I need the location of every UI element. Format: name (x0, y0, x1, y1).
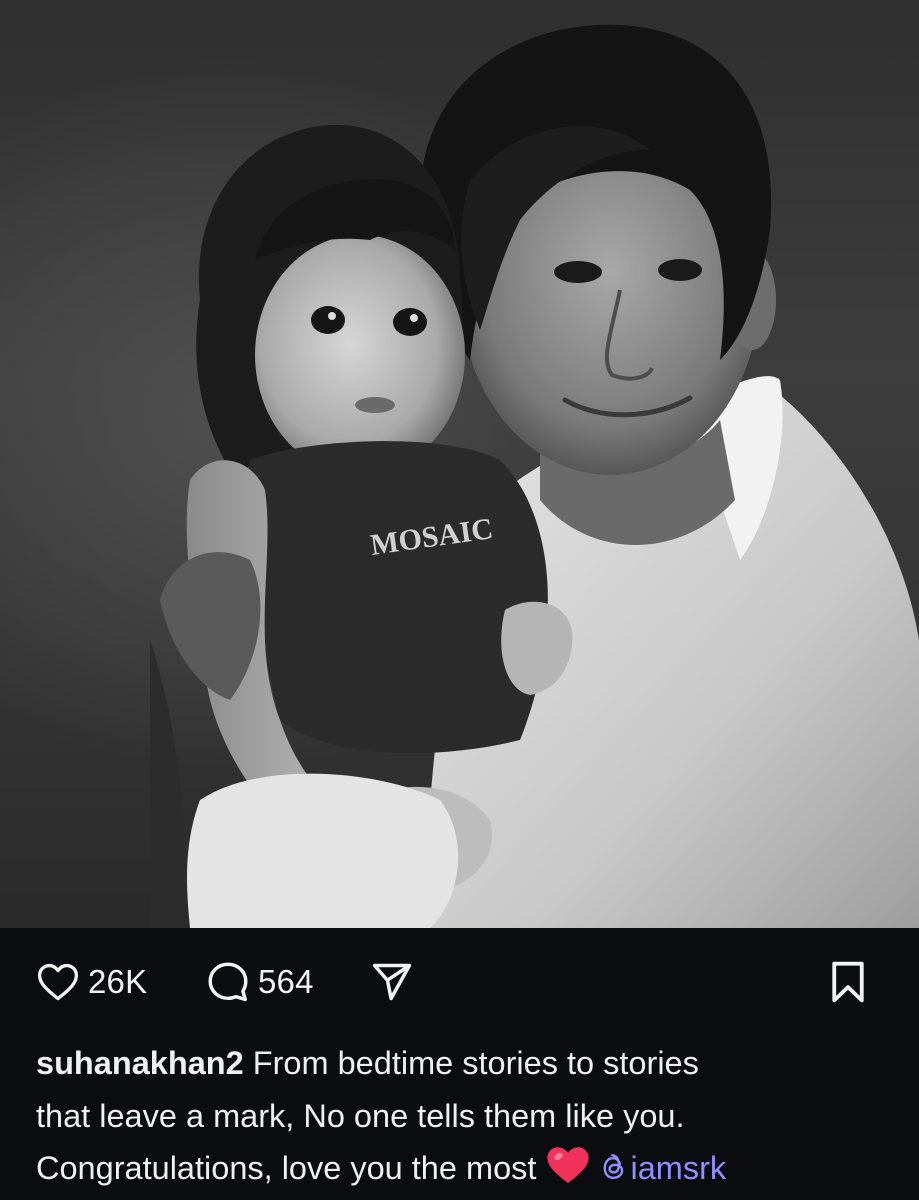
caption-text-1: From bedtime stories to stories (252, 1045, 699, 1081)
caption-line-2: that leave a mark, No one tells them lik… (36, 1097, 685, 1134)
mention-text: iamsrk (630, 1150, 727, 1186)
post-photo[interactable]: MOSAIC (0, 0, 919, 928)
mention-link[interactable]: iamsrk (600, 1150, 726, 1186)
caption-username[interactable]: suhanakhan2 (36, 1045, 244, 1081)
heart-outline-icon (36, 960, 80, 1004)
paper-plane-icon (370, 960, 414, 1004)
bookmark-icon (826, 960, 870, 1004)
post: MOSAIC 26K 564 suhanakhan2 From bedtime … (0, 0, 919, 1200)
like-button[interactable]: 26K (36, 960, 147, 1004)
comment-count: 564 (258, 963, 314, 1000)
action-bar: 26K 564 (0, 928, 919, 1028)
caption-line-1: suhanakhan2 From bedtime stories to stor… (36, 1037, 886, 1090)
speech-bubble-icon (206, 960, 250, 1004)
like-count: 26K (88, 963, 148, 1000)
comment-button[interactable]: 564 (206, 960, 314, 1004)
post-caption: suhanakhan2 From bedtime stories to stor… (36, 1037, 886, 1195)
red-heart-emoji (545, 1145, 591, 1185)
share-button[interactable] (370, 960, 414, 1004)
threads-icon (600, 1146, 628, 1180)
save-button[interactable] (826, 960, 870, 1004)
photo-illustration: MOSAIC (150, 24, 919, 928)
caption-text-3: Congratulations, love you the most (36, 1150, 537, 1186)
caption-line-3: Congratulations, love you the most iamsr… (36, 1142, 886, 1195)
